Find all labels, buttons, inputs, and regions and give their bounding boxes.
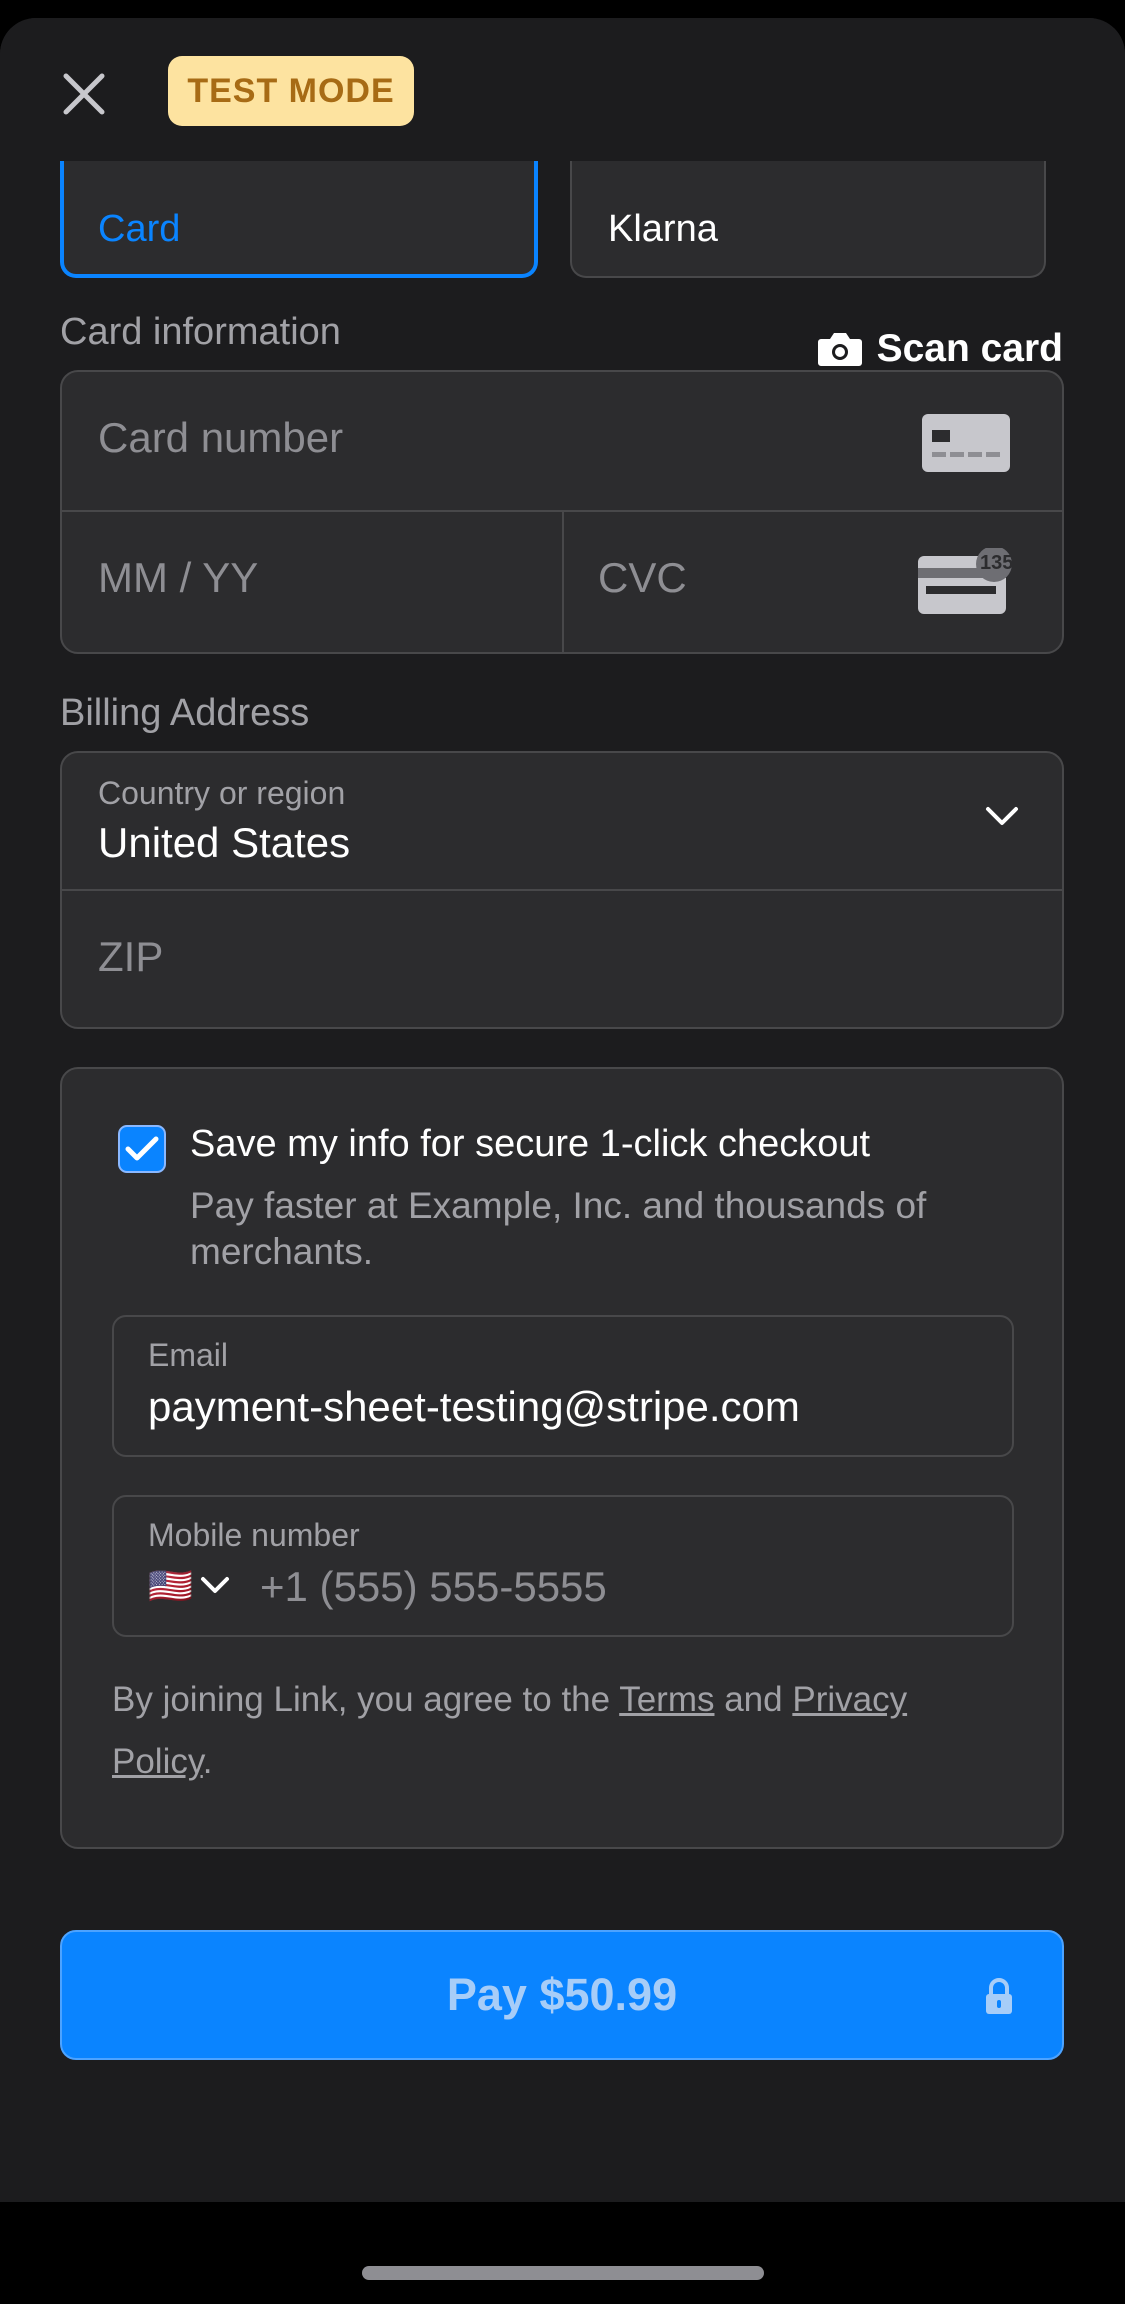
legal-suffix: .	[202, 1742, 213, 1781]
payment-method-label: Klarna	[608, 208, 718, 250]
scan-card-button[interactable]: Scan card	[817, 327, 1063, 371]
country-label: Country or region	[98, 775, 346, 811]
chevron-down-icon	[200, 1577, 229, 1593]
save-info-checkbox[interactable]	[118, 1125, 166, 1173]
card-information-label: Card information	[60, 311, 341, 353]
terms-link[interactable]: Terms	[619, 1680, 714, 1719]
mobile-number-field[interactable]: Mobile number 🇺🇸 +1 (555) 555-5555	[112, 1495, 1014, 1637]
legal-prefix: By joining Link, you agree to the	[112, 1680, 620, 1719]
link-legal-text: By joining Link, you agree to the Terms …	[112, 1669, 1012, 1793]
pay-button[interactable]: Pay $50.99	[60, 1930, 1064, 2060]
card-details-box: Card number MM / YY CVC 135	[60, 370, 1064, 654]
scan-card-label: Scan card	[876, 327, 1063, 370]
camera-icon	[817, 333, 862, 366]
chevron-down-icon	[986, 807, 1018, 825]
divider	[62, 889, 1062, 891]
sheet-header: TEST MODE	[0, 18, 1125, 161]
card-brand-icon	[922, 414, 1010, 472]
billing-box: Country or region United States ZIP	[60, 751, 1064, 1029]
card-number-input[interactable]: Card number	[98, 414, 343, 462]
country-value: United States	[98, 819, 351, 866]
expiry-input[interactable]: MM / YY	[98, 554, 258, 602]
phone-input[interactable]: +1 (555) 555-5555	[260, 1563, 607, 1611]
link-signup-box: Save my info for secure 1-click checkout…	[60, 1067, 1064, 1849]
checkmark-icon	[125, 1136, 159, 1161]
cvc-input[interactable]: CVC	[598, 554, 687, 602]
lock-icon	[986, 1978, 1012, 2014]
billing-address-label: Billing Address	[60, 692, 310, 734]
cvc-icon-text: 135	[980, 552, 1014, 574]
close-button[interactable]	[56, 66, 112, 122]
payment-method-label: Card	[98, 208, 181, 250]
save-info-title: Save my info for secure 1-click checkout	[190, 1123, 871, 1165]
close-icon	[63, 73, 105, 115]
save-info-subtitle: Pay faster at Example, Inc. and thousand…	[190, 1185, 927, 1272]
zip-input[interactable]: ZIP	[98, 933, 163, 981]
email-label: Email	[148, 1337, 229, 1373]
legal-and: and	[714, 1680, 793, 1719]
us-flag-icon: 🇺🇸	[148, 1565, 193, 1606]
payment-sheet: Card Klarna TEST MODE Card information S…	[0, 18, 1125, 2202]
cvc-icon: 135	[918, 546, 1018, 618]
test-mode-badge: TEST MODE	[168, 56, 414, 126]
mobile-label: Mobile number	[148, 1517, 360, 1553]
country-code-selector[interactable]: 🇺🇸	[148, 1565, 231, 1607]
email-field[interactable]: Email payment-sheet-testing@stripe.com	[112, 1315, 1014, 1457]
pay-button-label: Pay $50.99	[446, 1969, 678, 2020]
email-value: payment-sheet-testing@stripe.com	[148, 1383, 800, 1430]
divider	[562, 512, 564, 652]
country-select[interactable]: Country or region United States	[62, 753, 1062, 889]
home-indicator	[362, 2266, 764, 2280]
